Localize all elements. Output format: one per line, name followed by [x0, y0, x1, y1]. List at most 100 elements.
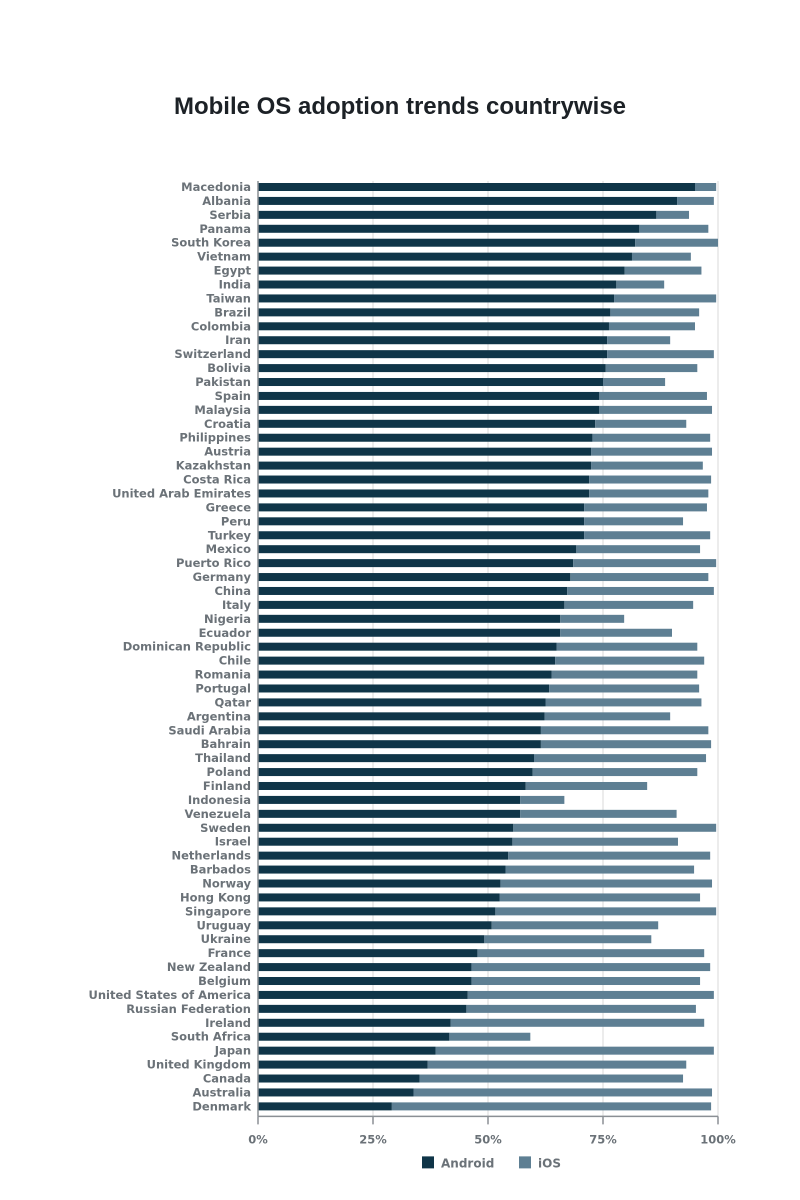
legend-swatch-ios: [519, 1156, 531, 1169]
bar-ios: [427, 1060, 687, 1069]
bar-ios: [607, 336, 671, 345]
bar-android: [258, 823, 514, 832]
bar-android: [258, 475, 590, 484]
bar-android: [258, 879, 501, 888]
category-label: Norway: [202, 877, 251, 891]
category-label: Switzerland: [174, 347, 251, 361]
category-label: United Kingdom: [147, 1058, 251, 1072]
bar-android: [258, 210, 657, 219]
bar-ios: [435, 1046, 714, 1055]
bar-ios: [584, 503, 707, 512]
bar-android: [258, 963, 472, 972]
category-label: Malaysia: [194, 403, 251, 417]
category-label: Venezuela: [185, 807, 251, 821]
bar-android: [258, 907, 496, 916]
bar-ios: [624, 266, 702, 275]
bar-android: [258, 1032, 450, 1041]
stacked-bar-chart: MacedoniaAlbaniaSerbiaPanamaSouth KoreaV…: [89, 180, 737, 1170]
bar-ios: [471, 977, 701, 986]
category-label: New Zealand: [167, 960, 251, 974]
category-label: South Africa: [171, 1030, 251, 1044]
bar-android: [258, 447, 592, 456]
category-label: Serbia: [209, 208, 251, 222]
bar-android: [258, 489, 590, 498]
category-label: Argentina: [187, 709, 251, 723]
bar-ios: [677, 196, 714, 205]
bar-ios: [589, 475, 712, 484]
bar-ios: [576, 545, 701, 554]
bar-ios: [450, 1018, 705, 1027]
bar-android: [258, 781, 526, 790]
bar-android: [258, 559, 574, 568]
category-label: Poland: [207, 765, 251, 779]
bar-ios: [567, 586, 714, 595]
bar-android: [258, 586, 568, 595]
category-label: Bolivia: [207, 361, 251, 375]
bar-ios: [477, 949, 705, 958]
bar-ios: [500, 879, 713, 888]
category-label: Vietnam: [197, 250, 251, 264]
category-label: Portugal: [195, 681, 251, 695]
bar-android: [258, 1060, 428, 1069]
category-label: Australia: [192, 1085, 251, 1099]
bar-android: [258, 893, 500, 902]
bar-ios: [614, 294, 717, 303]
category-label: Hong Kong: [180, 890, 251, 904]
legend: Android iOS: [422, 1156, 561, 1170]
bar-ios: [556, 642, 698, 651]
bar-android: [258, 266, 625, 275]
bar-android: [258, 740, 541, 749]
category-label: Philippines: [179, 431, 251, 445]
bar-ios: [520, 809, 677, 818]
bar-android: [258, 405, 600, 414]
category-label: Kazakhstan: [176, 459, 251, 473]
bar-android: [258, 391, 600, 400]
category-label: Greece: [206, 500, 252, 514]
category-label: Bahrain: [201, 737, 251, 751]
category-label: Austria: [204, 445, 251, 459]
bar-android: [258, 600, 565, 609]
category-label: Dominican Republic: [123, 640, 251, 654]
category-label: Russian Federation: [126, 1002, 251, 1016]
bar-ios: [520, 795, 565, 804]
bar-ios: [603, 378, 666, 387]
bar-ios: [491, 921, 659, 930]
bar-android: [258, 224, 640, 233]
x-tick-label: 25%: [359, 1132, 387, 1146]
bar-ios: [631, 252, 691, 261]
bar-android: [258, 712, 545, 721]
bar-ios: [555, 656, 705, 665]
category-label: United States of America: [89, 988, 251, 1002]
bar-ios: [589, 489, 709, 498]
bar-ios: [607, 350, 714, 359]
category-label: Singapore: [185, 904, 251, 918]
category-label: Uruguay: [196, 918, 251, 932]
bar-android: [258, 252, 632, 261]
bar-ios: [544, 712, 671, 721]
category-label: Taiwan: [206, 291, 251, 305]
bar-android: [258, 795, 521, 804]
category-label: Saudi Arabia: [168, 723, 251, 737]
bar-android: [258, 433, 593, 442]
category-label: Pakistan: [195, 375, 251, 389]
bar-android: [258, 698, 546, 707]
category-label: China: [214, 584, 251, 598]
bar-ios: [525, 781, 648, 790]
category-label: Mexico: [206, 542, 251, 556]
bar-android: [258, 517, 585, 526]
bar-ios: [484, 935, 652, 944]
bar-android: [258, 238, 636, 247]
bar-ios: [592, 433, 711, 442]
bar-ios: [591, 461, 703, 470]
bar-android: [258, 280, 617, 289]
bar-ios: [540, 726, 709, 735]
category-label: Croatia: [204, 417, 251, 431]
bar-ios: [508, 851, 711, 860]
bar-android: [258, 322, 609, 331]
category-label: Japan: [214, 1044, 251, 1058]
bar-ios: [595, 419, 687, 428]
bar-ios: [591, 447, 713, 456]
bar-ios: [560, 614, 625, 623]
bar-ios: [505, 865, 695, 874]
x-tick-label: 75%: [589, 1132, 617, 1146]
